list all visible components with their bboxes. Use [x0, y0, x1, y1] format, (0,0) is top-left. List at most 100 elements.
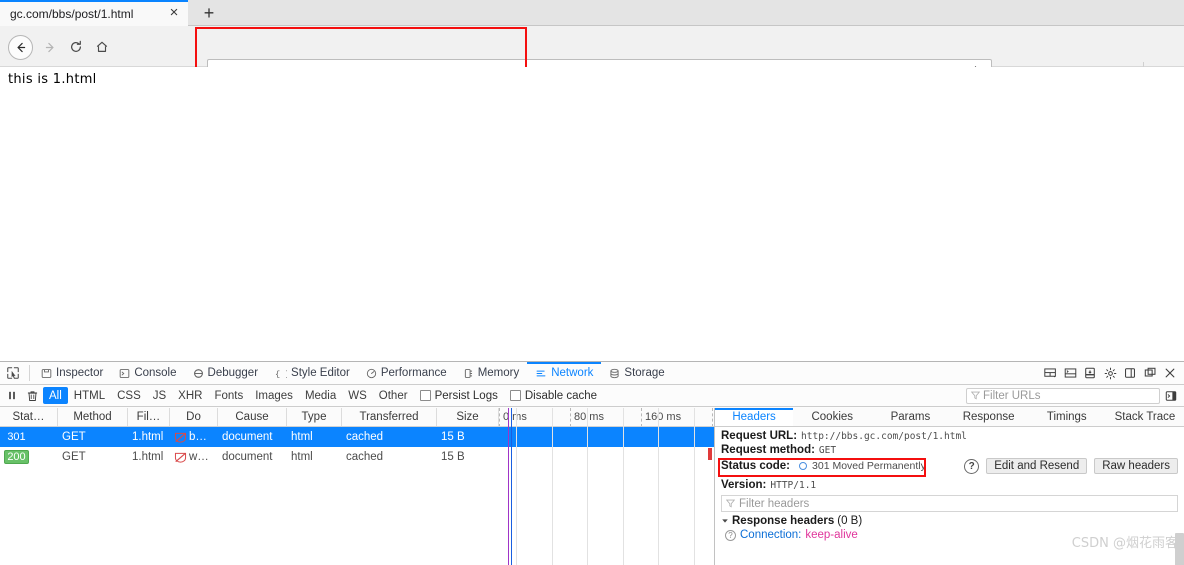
version-value: HTTP/1.1: [770, 480, 817, 491]
close-icon[interactable]: ×: [166, 5, 182, 22]
details-tab-params[interactable]: Params: [871, 408, 949, 426]
cell-cause: document: [222, 451, 273, 463]
response-headers-section[interactable]: Response headers (0 B): [715, 512, 1184, 528]
reload-icon[interactable]: [64, 35, 88, 59]
browser-tab-active[interactable]: gc.com/bbs/post/1.html ×: [0, 0, 188, 26]
devtools-tab-label: Style Editor: [291, 367, 350, 379]
close-icon[interactable]: [1160, 363, 1180, 383]
devtools-tab-inspector[interactable]: Inspector: [33, 362, 111, 384]
devtools-tab-console[interactable]: Console: [111, 362, 184, 384]
filter-type-images[interactable]: Images: [249, 387, 299, 404]
filter-type-xhr[interactable]: XHR: [172, 387, 208, 404]
details-tab-cookies[interactable]: Cookies: [793, 408, 871, 426]
navigation-toolbar: www.gc.com/bbs/post/1.html: [0, 26, 1184, 85]
help-icon[interactable]: ?: [964, 458, 980, 474]
network-table-header: Stat… Method Fil… Do Cause Type Transfer…: [0, 408, 714, 427]
cell-transferred: cached: [346, 431, 384, 443]
details-tab-timings[interactable]: Timings: [1028, 408, 1106, 426]
checkbox-box: [509, 390, 521, 401]
home-icon[interactable]: [90, 35, 114, 59]
devtools-tab-label: Inspector: [56, 367, 104, 379]
split-console-icon[interactable]: [1060, 363, 1080, 383]
performance-icon: [366, 368, 377, 379]
status-indicator-icon: [799, 462, 808, 470]
raw-headers-button[interactable]: Raw headers: [1094, 458, 1178, 474]
inspector-icon: [41, 368, 52, 379]
cell-type: html: [291, 431, 313, 443]
col-transferred[interactable]: Transferred: [342, 408, 437, 426]
request-method-row: Request method: GET: [715, 443, 1184, 457]
filter-type-js[interactable]: JS: [147, 387, 172, 404]
col-status[interactable]: Stat…: [0, 408, 58, 426]
disable-cache-label: Disable cache: [524, 389, 598, 402]
devtools-tab-performance[interactable]: Performance: [358, 362, 455, 384]
shield-blocked-icon: [174, 432, 187, 443]
waterfall-tick: 240: [712, 408, 714, 426]
devtools-toolbar-right: [1040, 362, 1184, 384]
debugger-icon: [193, 368, 204, 379]
filter-type-all[interactable]: All: [43, 387, 68, 404]
watermark: CSDN @烟花雨客: [1071, 536, 1178, 551]
disable-cache-checkbox[interactable]: Disable cache: [504, 390, 603, 402]
filter-type-ws[interactable]: WS: [342, 387, 373, 404]
devtools-tab-storage[interactable]: Storage: [601, 362, 672, 384]
filter-type-media[interactable]: Media: [299, 387, 342, 404]
back-arrow-icon[interactable]: [8, 35, 33, 60]
filter-headers-input[interactable]: Filter headers: [721, 495, 1178, 512]
devtools-tab-style-editor[interactable]: { } Style Editor: [266, 362, 358, 384]
waterfall-tick: 0 ms: [499, 408, 527, 426]
col-method[interactable]: Method: [58, 408, 128, 426]
filter-urls-input[interactable]: Filter URLs: [966, 387, 1160, 404]
col-size[interactable]: Size: [437, 408, 499, 426]
console-icon: [119, 368, 130, 379]
devtools-divider: [29, 365, 30, 381]
request-url-value: http://bbs.gc.com/post/1.html: [801, 431, 967, 442]
shield-blocked-icon: [174, 452, 187, 463]
filter-type-css[interactable]: CSS: [111, 387, 147, 404]
table-row[interactable]: 301 GET 1.html b… document html cached 1…: [0, 427, 714, 447]
edit-and-resend-button[interactable]: Edit and Resend: [986, 458, 1088, 474]
details-tab-headers[interactable]: Headers: [715, 408, 794, 426]
element-picker-icon[interactable]: [0, 362, 26, 384]
filter-type-fonts[interactable]: Fonts: [208, 387, 249, 404]
col-file[interactable]: Fil…: [128, 408, 170, 426]
persist-logs-checkbox[interactable]: Persist Logs: [414, 390, 504, 402]
dock-side-icon[interactable]: [1120, 363, 1140, 383]
pause-button[interactable]: [2, 387, 22, 404]
devtools-tab-debugger[interactable]: Debugger: [185, 362, 267, 384]
page-content: this is 1.html: [0, 67, 1184, 360]
help-icon[interactable]: ?: [725, 529, 736, 541]
devtools-tab-memory[interactable]: Memory: [455, 362, 528, 384]
col-domain[interactable]: Do: [170, 408, 218, 426]
waterfall-tick: 80 ms: [570, 408, 604, 426]
details-tab-stack-trace[interactable]: Stack Trace: [1106, 408, 1184, 426]
filter-type-other[interactable]: Other: [373, 387, 414, 404]
filter-urls-placeholder: Filter URLs: [983, 389, 1041, 402]
network-request-list: Stat… Method Fil… Do Cause Type Transfer…: [0, 408, 715, 565]
tab-bar: gc.com/bbs/post/1.html × +: [0, 0, 1184, 26]
checkbox-box: [419, 390, 431, 401]
response-headers-count: (0 B): [837, 515, 863, 527]
console-toggle-icon[interactable]: [1160, 387, 1182, 404]
status-badge: 200: [4, 450, 29, 464]
devtools-tab-network[interactable]: Network: [527, 362, 601, 384]
responsive-design-icon[interactable]: [1040, 363, 1060, 383]
storage-icon: [609, 368, 620, 379]
table-row[interactable]: 200 GET 1.html w… document html cached 1…: [0, 447, 714, 467]
separate-window-icon[interactable]: [1140, 363, 1160, 383]
tab-title: gc.com/bbs/post/1.html: [10, 7, 134, 21]
funnel-icon: [971, 391, 980, 400]
new-tab-button[interactable]: +: [196, 2, 222, 24]
col-type[interactable]: Type: [287, 408, 342, 426]
devtools-panel: Inspector Console Debugger { } Style Edi…: [0, 361, 1184, 565]
settings-gear-icon[interactable]: [1100, 363, 1120, 383]
details-tab-response[interactable]: Response: [950, 408, 1028, 426]
page-body-text: this is 1.html: [8, 72, 97, 87]
network-filter-bar: All HTML CSS JS XHR Fonts Images Media W…: [0, 385, 1184, 407]
style-editor-icon: { }: [274, 368, 287, 378]
svg-text:{ }: { }: [275, 369, 287, 378]
clear-trash-icon[interactable]: [22, 387, 43, 404]
col-cause[interactable]: Cause: [218, 408, 287, 426]
dock-bottom-icon[interactable]: [1080, 363, 1100, 383]
filter-type-html[interactable]: HTML: [68, 387, 111, 404]
